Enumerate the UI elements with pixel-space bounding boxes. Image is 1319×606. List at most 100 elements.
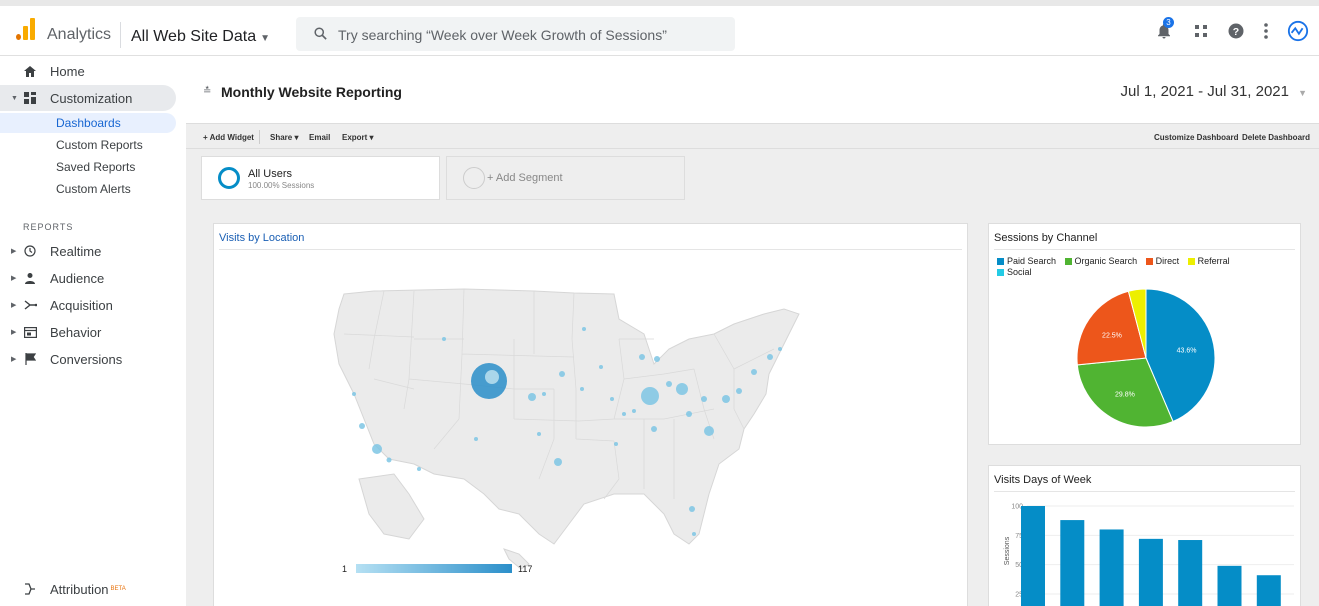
date-range-text: Jul 1, 2021 - Jul 31, 2021 [1120, 83, 1289, 100]
top-icons: 3 ? [1155, 17, 1309, 42]
dashboard-header: ≛ Monthly Website Reporting Jul 1, 2021 … [186, 56, 1319, 123]
bar[interactable] [1138, 538, 1163, 606]
bar[interactable] [1178, 540, 1203, 606]
app-title: Analytics [47, 26, 112, 43]
widget-divider [219, 249, 962, 250]
delete-dashboard-button[interactable]: Delete Dashboard [1242, 133, 1310, 142]
scale-min: 1 [342, 564, 348, 574]
segment-all-users[interactable]: All Users 100.00% Sessions [201, 156, 440, 200]
expand-arrow-icon: ▶ [11, 329, 17, 336]
help-icon[interactable]: ? [1227, 22, 1245, 40]
reports-section-label: REPORTS [23, 222, 74, 232]
sidebar-item-label: Behavior [50, 324, 102, 340]
chart-legend: Paid Search Organic Search Direct Referr… [997, 256, 1287, 278]
sidebar-item-realtime[interactable]: ▶ Realtime [0, 238, 101, 264]
widget-divider [994, 249, 1295, 250]
legend-item-referral[interactable]: Referral [1187, 256, 1230, 267]
sidebar-item-behavior[interactable]: ▶ Behavior [0, 319, 101, 345]
bar-chart[interactable]: Sessions100755025 [989, 496, 1302, 606]
bar[interactable] [1217, 565, 1242, 606]
search-icon [314, 27, 327, 40]
svg-text:?: ? [1233, 26, 1239, 38]
scale-bar [355, 564, 512, 573]
more-vert-icon[interactable] [1263, 22, 1269, 40]
search-input[interactable]: Try searching “Week over Week Growth of … [296, 17, 735, 51]
pie-slice-label: 43.6% [1177, 348, 1197, 355]
sidebar-item-label: Acquisition [50, 297, 113, 313]
acquisition-icon [21, 297, 39, 313]
toolbar-divider [259, 130, 260, 144]
sidebar-item-label: Conversions [50, 351, 123, 367]
expand-arrow-icon: ▶ [11, 302, 17, 309]
notifications-button[interactable]: 3 [1155, 17, 1175, 41]
legend-item-social[interactable]: Social [997, 267, 1032, 278]
export-button[interactable]: Export ▾ [342, 133, 374, 142]
bar[interactable] [1256, 575, 1281, 606]
expand-arrow-icon: ▶ [11, 248, 17, 255]
sidebar: Home ▼ Customization Dashboards Custom R… [0, 56, 186, 606]
bar[interactable] [1060, 520, 1085, 606]
sidebar-item-label: Audience [50, 270, 105, 286]
bar[interactable] [1099, 529, 1124, 606]
widget-title[interactable]: Visits Days of Week [994, 474, 1091, 486]
property-name: All Web Site Data [131, 28, 257, 45]
property-selector[interactable]: All Web Site Data ▼ [131, 28, 270, 46]
sidebar-item-conversions[interactable]: ▶ Conversions [0, 346, 122, 372]
expand-arrow-icon: ▶ [11, 275, 17, 282]
email-button[interactable]: Email [309, 133, 330, 142]
us-map[interactable] [314, 279, 834, 579]
sidebar-item-dashboards[interactable]: Dashboards [56, 116, 121, 130]
share-button[interactable]: Share ▾ [270, 133, 298, 142]
dashboard-toolbar: + Add Widget Share ▾ Email Export ▾ Cust… [186, 123, 1319, 149]
expand-arrow-icon: ▶ [11, 356, 17, 363]
sidebar-item-label: Attribution [50, 581, 109, 597]
date-range-picker[interactable]: Jul 1, 2021 - Jul 31, 2021 ▼ [1120, 83, 1307, 100]
header-divider [120, 22, 121, 48]
bar[interactable] [1021, 506, 1045, 606]
dashboard-owner-icon: ≛ [203, 86, 212, 97]
y-axis-label: Sessions [1004, 536, 1011, 565]
analytics-logo-icon[interactable] [16, 18, 36, 40]
apps-grid-icon[interactable] [1193, 23, 1209, 39]
attribution-icon [21, 581, 39, 597]
sidebar-item-home[interactable]: Home [0, 58, 85, 84]
segment-name: All Users [248, 168, 293, 180]
sidebar-item-attribution[interactable]: Attribution BETA [0, 576, 126, 602]
segment-placeholder-icon [463, 167, 485, 189]
sidebar-item-custom-alerts[interactable]: Custom Alerts [56, 182, 131, 196]
sidebar-item-label: Customization [50, 90, 133, 106]
sidebar-item-custom-reports[interactable]: Custom Reports [56, 138, 143, 152]
segment-percentage: 100.00% Sessions [248, 181, 315, 190]
segment-color-icon [218, 167, 240, 189]
widget-title[interactable]: Visits by Location [219, 232, 304, 244]
chevron-down-icon: ▼ [1298, 88, 1307, 98]
widget-divider [994, 491, 1295, 492]
add-widget-button[interactable]: + Add Widget [203, 133, 254, 142]
add-segment-button[interactable]: + Add Segment [446, 156, 685, 200]
widget-title[interactable]: Sessions by Channel [994, 232, 1097, 244]
account-avatar-icon[interactable] [1287, 20, 1309, 42]
behavior-icon [21, 324, 39, 340]
scale-max: 117 [518, 564, 533, 574]
pie-chart[interactable]: 43.6% 29.8% 22.5% [1075, 287, 1217, 429]
top-border [0, 0, 1319, 6]
sidebar-item-saved-reports[interactable]: Saved Reports [56, 160, 135, 174]
dashboard-grid-icon [21, 90, 39, 106]
flag-icon [21, 351, 39, 367]
legend-item-paid-search[interactable]: Paid Search [997, 256, 1056, 267]
legend-item-organic-search[interactable]: Organic Search [1064, 256, 1137, 267]
search-placeholder: Try searching “Week over Week Growth of … [338, 27, 667, 43]
sidebar-item-customization[interactable]: ▼ Customization [0, 85, 176, 111]
sidebar-item-audience[interactable]: ▶ Audience [0, 265, 104, 291]
page-title: Monthly Website Reporting [221, 84, 402, 100]
pie-slice-label: 29.8% [1115, 392, 1135, 399]
widget-sessions-by-channel: Sessions by Channel Paid Search Organic … [988, 223, 1301, 445]
customize-dashboard-button[interactable]: Customize Dashboard [1154, 133, 1238, 142]
top-bar: Analytics All Web Site Data ▼ Try searchi… [0, 0, 1319, 56]
legend-item-direct[interactable]: Direct [1145, 256, 1179, 267]
pie-slice-label: 22.5% [1102, 332, 1122, 339]
map-scale: 1 117 [342, 564, 532, 574]
sidebar-item-label: Realtime [50, 243, 102, 259]
widget-visits-days-of-week: Visits Days of Week Sessions 100 75 50 25 [988, 465, 1301, 606]
sidebar-item-acquisition[interactable]: ▶ Acquisition [0, 292, 113, 318]
